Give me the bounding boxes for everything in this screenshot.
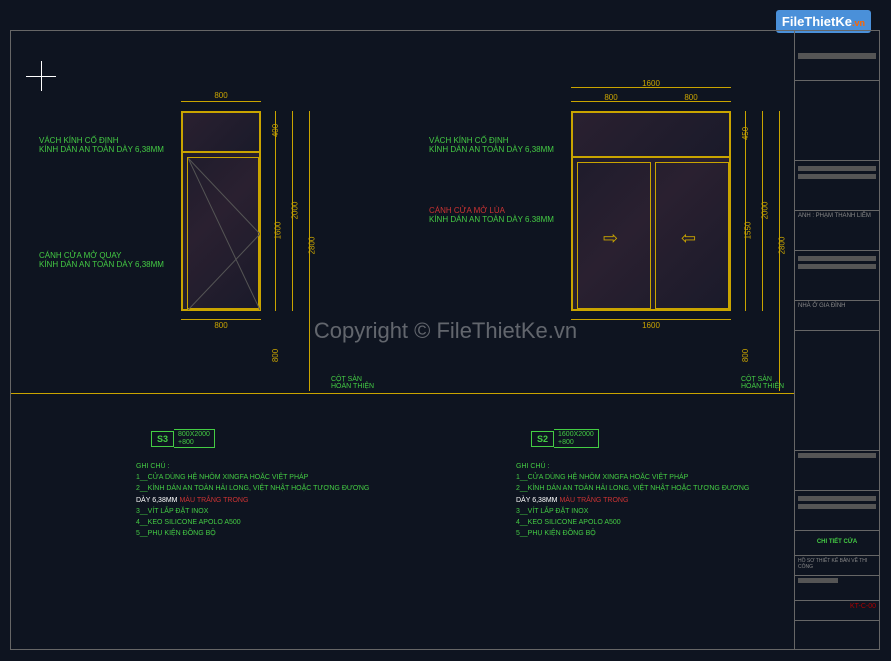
dim-line bbox=[571, 101, 731, 102]
dim-line bbox=[571, 319, 731, 320]
label-swing-leaf: CÁNH CỬA MỞ QUAYKÍNH DÁN AN TOÀN DÀY 6,3… bbox=[39, 251, 164, 269]
tag-s3: S3 800X2000+800 bbox=[151, 429, 215, 448]
door-leaf bbox=[187, 157, 259, 309]
dim-line bbox=[571, 87, 731, 88]
dim-line bbox=[292, 111, 293, 311]
dim-bottom: 800 bbox=[181, 321, 261, 330]
model-space: 800 800 400 1600 2000 2800 800 VÁCH KÍNH… bbox=[11, 31, 794, 649]
label-slide-leaf: CÁNH CỬA MỞ LÙA KÍNH DÁN AN TOÀN DÀY 6.3… bbox=[429, 206, 554, 224]
swing-icon bbox=[188, 158, 260, 310]
tb-project: NHÀ Ở GIA ĐÌNH bbox=[795, 301, 879, 331]
dim-line bbox=[309, 111, 310, 391]
label-fixed-glass: VÁCH KÍNH CỐ ĐỊNHKÍNH DÁN AN TOÀN DÀY 6,… bbox=[39, 136, 164, 154]
transom bbox=[573, 113, 729, 158]
dim-line bbox=[762, 111, 763, 311]
tb-code: KT-C-00 bbox=[795, 601, 879, 621]
transom bbox=[183, 113, 259, 153]
dim-line bbox=[275, 111, 276, 311]
dim-floor: 800 bbox=[271, 349, 280, 362]
dim-line bbox=[181, 319, 261, 320]
door-s2: 1600 800 800 ⇨ ⇦ 1600 450 1550 2000 2800… bbox=[571, 111, 731, 311]
dim-floor: 800 bbox=[741, 349, 750, 362]
slide-arrow-right: ⇨ bbox=[603, 228, 618, 249]
dim-line bbox=[181, 101, 261, 102]
dim-bottom: 1600 bbox=[571, 321, 731, 330]
tb-owner: ANH : PHẠM THANH LIÊM bbox=[795, 211, 879, 251]
label-fixed-glass-2: VÁCH KÍNH CỐ ĐỊNHKÍNH DÁN AN TOÀN DÀY 6,… bbox=[429, 136, 554, 154]
dim-line bbox=[745, 111, 746, 311]
floor-level-line bbox=[11, 393, 794, 394]
notes-s2: GHI CHÚ : 1__CỬA DÙNG HỆ NHÔM XINGFA HOẶ… bbox=[516, 461, 749, 539]
notes-s3: GHI CHÚ : 1__CỬA DÙNG HỆ NHÔM XINGFA HOẶ… bbox=[136, 461, 369, 539]
tb-drawing-title: CHI TIẾT CỬA bbox=[795, 531, 879, 556]
dim-top: 800 bbox=[181, 91, 261, 100]
tag-s2: S2 1600X2000+800 bbox=[531, 429, 599, 448]
title-block: ANH : PHẠM THANH LIÊM NHÀ Ở GIA ĐÌNH CHI… bbox=[794, 31, 879, 649]
drawing-frame: 800 800 400 1600 2000 2800 800 VÁCH KÍNH… bbox=[10, 30, 880, 650]
door-s3: 800 800 400 1600 2000 2800 800 bbox=[181, 111, 261, 311]
door-frame bbox=[181, 111, 261, 311]
floor-label-1: CỘT SÀNHOÀN THIỆN bbox=[331, 376, 374, 390]
tb-hosso: HỒ SƠ THIẾT KẾ BẢN VẼ THI CÔNG bbox=[795, 556, 879, 576]
floor-label-2: CỘT SÀNHOÀN THIỆN bbox=[741, 376, 784, 390]
dim-line bbox=[779, 111, 780, 391]
door-frame: ⇨ ⇦ bbox=[571, 111, 731, 311]
slide-arrow-left: ⇦ bbox=[681, 228, 696, 249]
